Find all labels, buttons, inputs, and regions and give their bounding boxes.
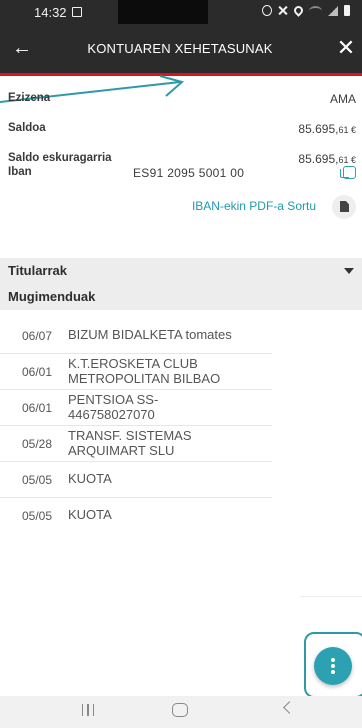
more-vert-icon — [331, 670, 335, 674]
movement-description-line2: METROPOLITAN BILBAO — [68, 371, 221, 386]
balance-row: Saldoa 85.695,61 € — [0, 118, 362, 142]
movement-date: 05/28 — [22, 437, 53, 451]
movement-date: 06/01 — [22, 365, 53, 379]
divider — [300, 596, 362, 597]
movement-description-line1: PENTSIOA SS- — [68, 392, 159, 407]
caret-down-icon[interactable] — [344, 268, 354, 274]
alarm-icon — [262, 5, 272, 16]
movements-section: Mugimenduak — [0, 284, 362, 310]
iban-pdf-link[interactable]: IBAN-ekin PDF-a Sortu — [192, 199, 316, 213]
alias-label: Ezizena — [8, 92, 51, 104]
balance-decimals: 61 € — [338, 125, 356, 135]
list-item[interactable]: 05/28 TRANSF. SISTEMAS ARQUIMART SLU — [0, 426, 272, 462]
iban-label: Iban — [8, 166, 32, 178]
iban-value: ES91 2095 5001 00 — [133, 166, 245, 180]
mute-icon — [278, 5, 288, 16]
movement-date: 06/07 — [22, 329, 53, 343]
close-icon[interactable]: ✕ — [334, 36, 358, 60]
movement-date: 06/01 — [22, 401, 53, 415]
iban-row: Iban ES91 2095 5001 00 — [0, 162, 362, 188]
list-item[interactable]: 06/01 PENTSIOA SS- 446758027070 — [0, 390, 272, 426]
pdf-row: IBAN-ekin PDF-a Sortu — [0, 193, 362, 221]
movement-date: 05/05 — [22, 473, 53, 487]
movements-title: Mugimenduak — [8, 289, 96, 304]
arrow-left-icon[interactable]: ← — [8, 36, 36, 60]
list-item[interactable]: 06/07 BIZUM BIDALKETA tomates — [0, 318, 272, 354]
system-nav-bar — [0, 696, 362, 728]
battery-icon — [344, 5, 350, 16]
more-options-button[interactable] — [314, 647, 352, 685]
movement-description: BIZUM BIDALKETA tomates — [68, 327, 232, 342]
movement-description-line1: TRANSF. SISTEMAS — [68, 428, 192, 443]
location-icon — [292, 4, 305, 17]
holders-section[interactable]: Titularrak — [0, 258, 362, 284]
recent-apps-icon[interactable] — [82, 704, 94, 716]
movement-description: KUOTA — [68, 507, 112, 522]
balance-label: Saldoa — [8, 122, 46, 134]
alias-value: AMA — [329, 92, 356, 106]
back-icon[interactable] — [283, 701, 296, 714]
movement-description: TRANSF. SISTEMAS ARQUIMART SLU — [68, 428, 268, 458]
wifi-icon — [309, 5, 322, 16]
page-title: KONTUAREN XEHETASUNAK — [87, 41, 273, 56]
camera-notch — [118, 0, 208, 24]
alias-row: Ezizena AMA — [0, 88, 362, 112]
account-details-screen: 14:32 ← KONTUAREN XEHETASUNAK ✕ Ezizena … — [0, 0, 362, 728]
movement-date: 05/05 — [22, 509, 53, 523]
movement-description-line2: 446758027070 — [68, 407, 155, 422]
list-item[interactable]: 05/05 KUOTA — [0, 462, 272, 498]
movement-description: PENTSIOA SS- 446758027070 — [68, 392, 268, 422]
holders-title: Titularrak — [8, 263, 68, 278]
status-icons — [262, 4, 350, 17]
home-icon[interactable] — [172, 703, 188, 717]
more-vert-icon — [331, 664, 335, 668]
signal-icon — [328, 5, 338, 16]
image-notification-icon — [72, 7, 82, 17]
status-time: 14:32 — [34, 5, 67, 20]
list-item[interactable]: 05/05 KUOTA — [0, 498, 272, 534]
more-vert-icon — [331, 658, 335, 662]
balance-value: 85.695,61 € — [298, 122, 356, 136]
movement-description: K.T.EROSKETA CLUB METROPOLITAN BILBAO — [68, 356, 268, 386]
movement-description-line1: K.T.EROSKETA CLUB — [68, 356, 198, 371]
list-item[interactable]: 06/01 K.T.EROSKETA CLUB METROPOLITAN BILB… — [0, 354, 272, 390]
app-header: ← KONTUAREN XEHETASUNAK ✕ — [0, 24, 362, 76]
movement-description: KUOTA — [68, 471, 112, 486]
movement-description-line2: ARQUIMART SLU — [68, 443, 175, 458]
balance-main: 85.695, — [298, 122, 339, 136]
movements-list: 06/07 BIZUM BIDALKETA tomates 06/01 K.T.… — [0, 318, 272, 534]
status-bar: 14:32 — [0, 0, 362, 24]
document-icon[interactable] — [332, 195, 356, 219]
copy-icon[interactable] — [340, 166, 356, 179]
